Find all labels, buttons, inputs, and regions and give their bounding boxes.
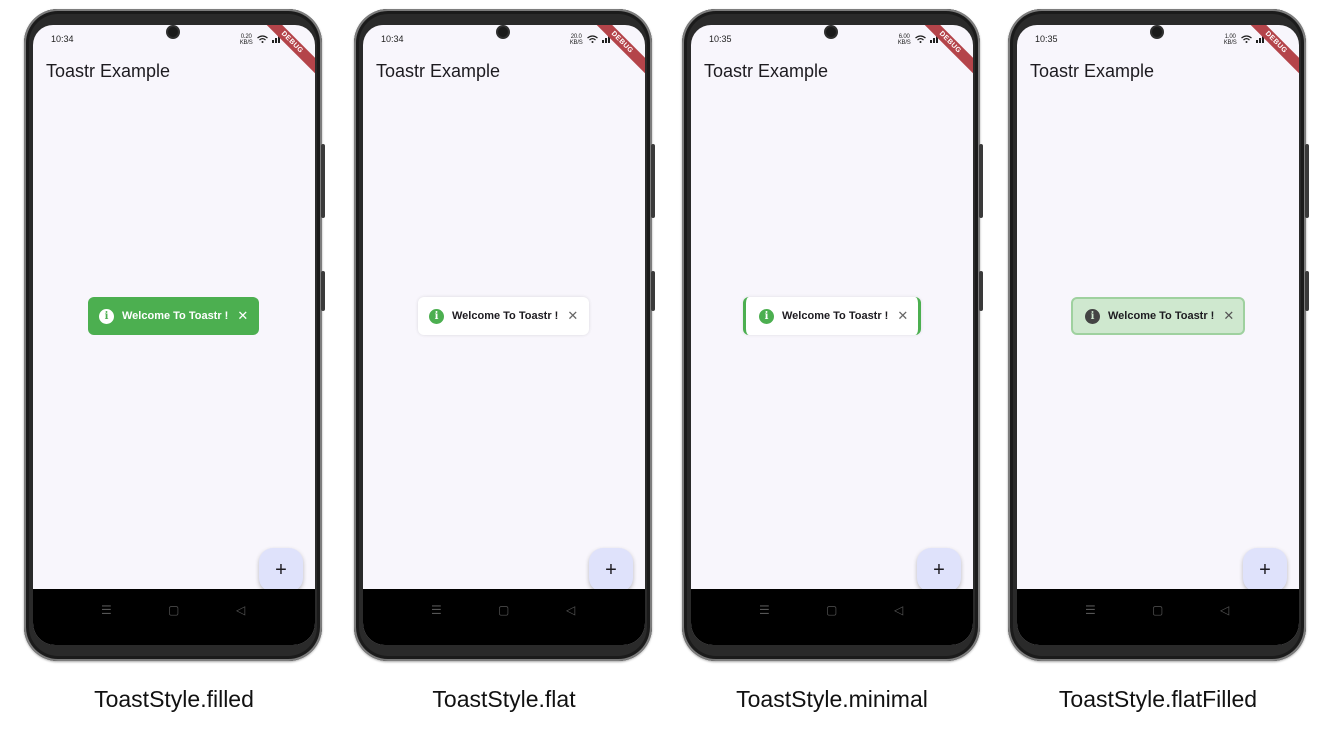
app-screen: 10:34 0.20KB/S 34 DEBUG Toastr Example i…: [33, 25, 315, 645]
app-title: Toastr Example: [1030, 61, 1155, 81]
info-icon: i: [1085, 308, 1100, 324]
close-icon[interactable]: ✕: [1223, 308, 1234, 324]
toast-message: Welcome To Toastr !: [782, 310, 889, 322]
info-icon: i: [99, 308, 114, 324]
system-nav-bar: ☰ ▢ ◁: [1017, 589, 1299, 645]
toast-minimal: i Welcome To Toastr ! ✕: [743, 297, 921, 335]
info-icon: i: [429, 308, 444, 324]
wifi-icon: [256, 35, 268, 45]
phone-frame: 10:34 0.20KB/S 34 DEBUG Toastr Example i…: [24, 9, 325, 661]
front-camera: [496, 25, 510, 39]
toast-message: Welcome To Toastr !: [122, 310, 229, 322]
app-title: Toastr Example: [704, 61, 829, 81]
system-nav-bar: ☰ ▢ ◁: [691, 589, 973, 645]
back-button[interactable]: ◁: [236, 603, 245, 617]
app-screen: 10:34 20.0KB/S 34 DEBUG Toastr Example i…: [363, 25, 645, 645]
close-icon[interactable]: ✕: [237, 308, 248, 324]
app-title: Toastr Example: [46, 61, 171, 81]
style-caption: ToastStyle.minimal: [736, 686, 928, 712]
wifi-icon: [1240, 35, 1252, 45]
app-screen: 10:35 1.00KB/S 34 DEBUG Toastr Example i…: [1017, 25, 1299, 645]
home-button[interactable]: ▢: [826, 603, 837, 617]
app-screen: 10:35 6.00KB/S 34 DEBUG Toastr Example i…: [691, 25, 973, 645]
wifi-icon: [586, 35, 598, 45]
style-caption: ToastStyle.flat: [432, 686, 576, 712]
network-speed: 20.0 KB/S: [569, 34, 583, 46]
toast-flat-filled: i Welcome To Toastr ! ✕: [1071, 297, 1245, 335]
power-button: [321, 271, 325, 311]
volume-button: [1305, 144, 1309, 218]
home-button[interactable]: ▢: [498, 603, 509, 617]
phone-mockup-flat-filled: 10:35 1.00KB/S 34 DEBUG Toastr Example i…: [1008, 0, 1309, 729]
status-time: 10:35: [1035, 34, 1058, 44]
wifi-icon: [914, 35, 926, 45]
home-button[interactable]: ▢: [1152, 603, 1163, 617]
add-fab-button[interactable]: +: [917, 548, 961, 592]
phone-mockup-flat: 10:34 20.0KB/S 34 DEBUG Toastr Example i…: [354, 0, 655, 729]
close-icon[interactable]: ✕: [567, 308, 578, 324]
front-camera: [824, 25, 838, 39]
close-icon[interactable]: ✕: [897, 308, 908, 324]
status-time: 10:34: [51, 34, 74, 44]
volume-button: [651, 144, 655, 218]
recent-apps-button[interactable]: ☰: [431, 603, 442, 617]
back-button[interactable]: ◁: [566, 603, 575, 617]
home-button[interactable]: ▢: [168, 603, 179, 617]
debug-banner: DEBUG: [256, 25, 315, 79]
power-button: [651, 271, 655, 311]
add-fab-button[interactable]: +: [589, 548, 633, 592]
add-fab-button[interactable]: +: [1243, 548, 1287, 592]
network-speed: 1.00 KB/S: [1223, 34, 1237, 46]
system-nav-bar: ☰ ▢ ◁: [33, 589, 315, 645]
back-button[interactable]: ◁: [894, 603, 903, 617]
back-button[interactable]: ◁: [1220, 603, 1229, 617]
power-button: [979, 271, 983, 311]
phone-frame: 10:34 20.0KB/S 34 DEBUG Toastr Example i…: [354, 9, 655, 661]
style-caption: ToastStyle.filled: [94, 686, 254, 712]
style-caption: ToastStyle.flatFilled: [1058, 686, 1258, 712]
toast-message: Welcome To Toastr !: [1108, 310, 1215, 322]
recent-apps-button[interactable]: ☰: [101, 603, 112, 617]
debug-banner: DEBUG: [914, 25, 973, 79]
phone-frame: 10:35 6.00KB/S 34 DEBUG Toastr Example i…: [682, 9, 983, 661]
phone-mockup-filled: 10:34 0.20KB/S 34 DEBUG Toastr Example i…: [24, 0, 325, 729]
status-time: 10:35: [709, 34, 732, 44]
debug-banner: DEBUG: [1240, 25, 1299, 79]
recent-apps-button[interactable]: ☰: [759, 603, 770, 617]
status-time: 10:34: [381, 34, 404, 44]
volume-button: [321, 144, 325, 218]
network-speed: 6.00 KB/S: [897, 34, 911, 46]
add-fab-button[interactable]: +: [259, 548, 303, 592]
toast-message: Welcome To Toastr !: [452, 310, 559, 322]
recent-apps-button[interactable]: ☰: [1085, 603, 1096, 617]
toast-filled: i Welcome To Toastr ! ✕: [88, 297, 259, 335]
debug-banner: DEBUG: [586, 25, 645, 79]
phone-frame: 10:35 1.00KB/S 34 DEBUG Toastr Example i…: [1008, 9, 1309, 661]
system-nav-bar: ☰ ▢ ◁: [363, 589, 645, 645]
network-speed: 0.20 KB/S: [239, 34, 253, 46]
front-camera: [166, 25, 180, 39]
info-icon: i: [759, 308, 774, 324]
power-button: [1305, 271, 1309, 311]
front-camera: [1150, 25, 1164, 39]
toast-flat: i Welcome To Toastr ! ✕: [418, 297, 589, 335]
phone-mockup-minimal: 10:35 6.00KB/S 34 DEBUG Toastr Example i…: [682, 0, 983, 729]
volume-button: [979, 144, 983, 218]
app-title: Toastr Example: [376, 61, 501, 81]
